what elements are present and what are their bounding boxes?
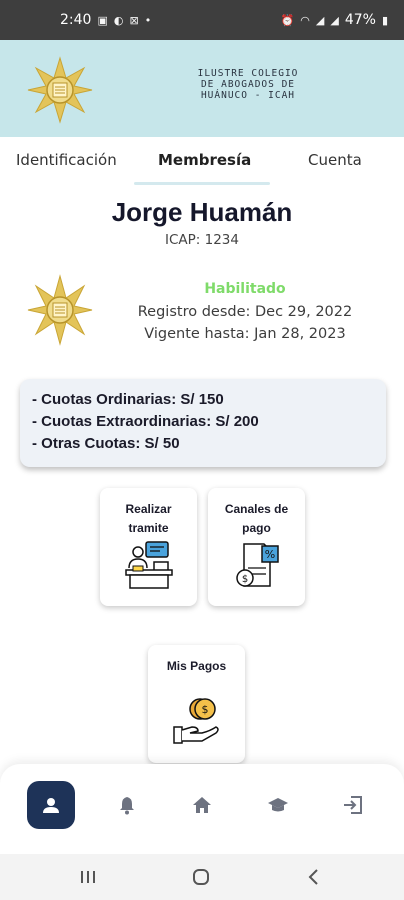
svg-text:%: % [264, 548, 274, 561]
canales-de-pago-button[interactable]: Canales de pago % $ [208, 488, 305, 606]
image-icon: ▣ [97, 13, 108, 27]
status-right: ⏰ ◠ ◢ ◢ 47% ▮ [281, 12, 388, 28]
canales-label-1: Canales de [224, 502, 289, 516]
hand-coins-icon: $ [172, 697, 222, 751]
cast-icon: ⊠ [129, 13, 139, 27]
quota-ordinarias: - Cuotas Ordinarias: S/ 150 [32, 391, 224, 408]
dot-icon: • [144, 13, 152, 27]
nav-education[interactable] [254, 781, 302, 829]
status-bar: 2:40 ▣ ◐ ⊠ • ⏰ ◠ ◢ ◢ 47% ▮ [0, 0, 404, 40]
status-left: 2:40 ▣ ◐ ⊠ • [60, 12, 151, 28]
tab-identificacion[interactable]: Identificación [16, 151, 120, 169]
signal-icon: ◢ [315, 13, 325, 27]
pagos-label: Mis Pagos [148, 657, 245, 676]
user-icon [43, 798, 59, 813]
battery-icon: ▮ [381, 13, 388, 27]
battery-text: 47% [344, 12, 376, 28]
registro-date: Registro desde: Dec 29, 2022 [137, 303, 353, 320]
status-badge: Habilitado [204, 281, 286, 297]
tab-indicator [134, 182, 270, 185]
wifi-icon: ◠ [300, 13, 310, 27]
nav-notifications[interactable] [103, 781, 151, 829]
tramite-label: Realizar tramite [100, 500, 197, 538]
tramite-label-2: tramite [128, 521, 169, 535]
recent-apps-button[interactable] [76, 865, 100, 889]
org-line-2: DE ABOGADOS DE [200, 79, 296, 90]
signal-icon: ◢ [330, 13, 339, 27]
canales-label: Canales de pago [208, 500, 305, 538]
invoice-percent-icon: % $ [232, 540, 282, 594]
nav-profile[interactable] [27, 781, 75, 829]
org-name: ILUSTRE COLEGIO DE ABOGADOS DE HUÁNUCO -… [186, 68, 310, 101]
tramite-label-1: Realizar [125, 502, 172, 516]
clock: 2:40 [60, 12, 92, 28]
canales-label-2: pago [242, 521, 271, 535]
bottom-nav [0, 764, 404, 854]
member-name: Jorge Huamán [111, 197, 293, 227]
home-button[interactable] [189, 865, 213, 889]
icah-logo [26, 56, 94, 124]
back-button[interactable] [302, 865, 326, 889]
member-icap: ICAP: 1234 [165, 232, 239, 248]
org-line-1: ILUSTRE COLEGIO [197, 68, 299, 79]
svg-text:$: $ [201, 703, 208, 716]
vigente-date: Vigente hasta: Jan 28, 2023 [144, 326, 346, 342]
logout-icon [344, 796, 362, 814]
membership-status: Habilitado Registro desde: Dec 29, 2022 … [120, 278, 370, 346]
d-icon: ◐ [113, 13, 124, 27]
tab-bar: Identificación Membresía Cuenta [0, 137, 404, 185]
svg-text:$: $ [241, 574, 247, 585]
pagos-label-1: Mis Pagos [166, 659, 227, 673]
desk-service-icon [124, 540, 174, 594]
recent-apps-icon [81, 871, 95, 883]
org-line-3: HUÁNUCO - ICAH [200, 90, 296, 101]
quota-extraordinarias: - Cuotas Extraordinarias: S/ 200 [32, 413, 259, 430]
nav-logout[interactable] [329, 781, 377, 829]
mis-pagos-button[interactable]: Mis Pagos $ [148, 645, 245, 763]
icah-logo-small [26, 274, 94, 346]
quotas-card: - Cuotas Ordinarias: S/ 150 - Cuotas Ext… [20, 379, 386, 467]
quota-otras: - Otras Cuotas: S/ 50 [32, 435, 180, 452]
back-icon [308, 869, 318, 885]
tab-cuenta[interactable]: Cuenta [308, 151, 362, 169]
alarm-icon: ⏰ [280, 13, 295, 27]
realizar-tramite-button[interactable]: Realizar tramite [100, 488, 197, 606]
system-nav-bar [0, 854, 404, 900]
home-circle-icon [193, 869, 209, 885]
graduation-cap-icon [268, 798, 288, 812]
app-header: ILUSTRE COLEGIO DE ABOGADOS DE HUÁNUCO -… [0, 40, 404, 137]
bell-icon [120, 797, 134, 815]
home-icon [193, 797, 211, 813]
tab-membresia[interactable]: Membresía [158, 151, 251, 169]
nav-home[interactable] [178, 781, 226, 829]
